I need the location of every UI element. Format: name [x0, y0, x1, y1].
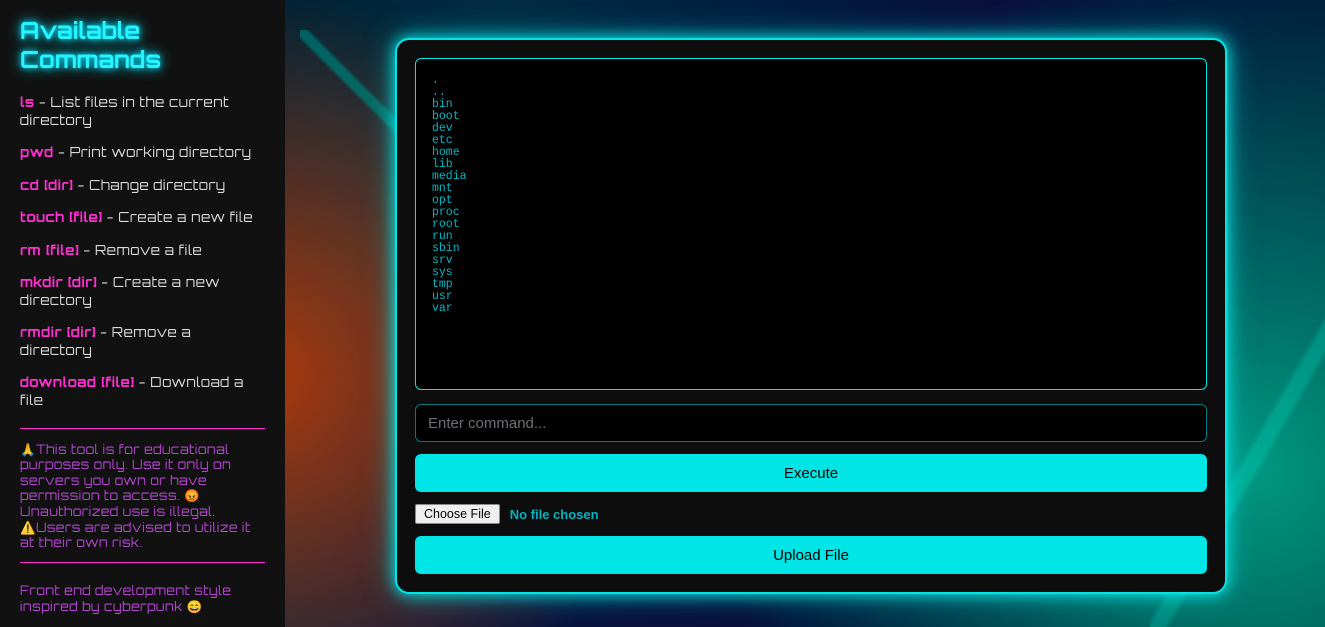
terminal-output-text: . .. bin boot dev etc home lib media mnt…	[432, 75, 1190, 315]
command-name: pwd	[20, 144, 54, 161]
command-desc: - List files in the current directory	[20, 94, 229, 129]
command-item: cd [dir] - Change directory	[20, 177, 265, 195]
command-name: download [file]	[20, 374, 134, 391]
upload-file-button[interactable]: Upload File	[415, 536, 1207, 574]
terminal-output[interactable]: . .. bin boot dev etc home lib media mnt…	[415, 58, 1207, 390]
command-name: cd [dir]	[20, 177, 73, 194]
command-desc: - Print working directory	[54, 144, 252, 161]
command-item: mkdir [dir] - Create a new directory	[20, 274, 265, 309]
command-name: mkdir [dir]	[20, 274, 97, 291]
divider	[20, 428, 265, 429]
command-desc: - Create a new file	[102, 209, 253, 226]
execute-button[interactable]: Execute	[415, 454, 1207, 492]
command-item: rmdir [dir] - Remove a directory	[20, 324, 265, 359]
command-item: download [file] - Download a file	[20, 374, 265, 409]
command-desc: - Change directory	[73, 177, 225, 194]
command-item: ls - List files in the current directory	[20, 94, 265, 129]
command-input[interactable]	[415, 404, 1207, 442]
command-name: touch [file]	[20, 209, 102, 226]
file-status-text: No file chosen	[510, 507, 599, 522]
command-item: rm [file] - Remove a file	[20, 242, 265, 260]
main-area: . .. bin boot dev etc home lib media mnt…	[285, 0, 1325, 627]
file-upload-row: Choose File No file chosen	[415, 504, 1207, 524]
command-name: rm [file]	[20, 242, 79, 259]
sidebar-title: Available Commands	[20, 16, 265, 74]
command-list: ls - List files in the current directory…	[20, 94, 265, 410]
divider	[20, 562, 265, 563]
choose-file-button[interactable]: Choose File	[415, 504, 500, 524]
terminal-panel: . .. bin boot dev etc home lib media mnt…	[395, 38, 1227, 594]
command-name: ls	[20, 94, 35, 111]
sidebar: Available Commands ls - List files in th…	[0, 0, 285, 627]
command-item: pwd - Print working directory	[20, 144, 265, 162]
command-item: touch [file] - Create a new file	[20, 209, 265, 227]
command-desc: - Remove a file	[79, 242, 202, 259]
disclaimer-text: 🙏This tool is for educational purposes o…	[20, 443, 265, 552]
credit-text: Front end development style inspired by …	[20, 583, 265, 616]
command-name: rmdir [dir]	[20, 324, 96, 341]
